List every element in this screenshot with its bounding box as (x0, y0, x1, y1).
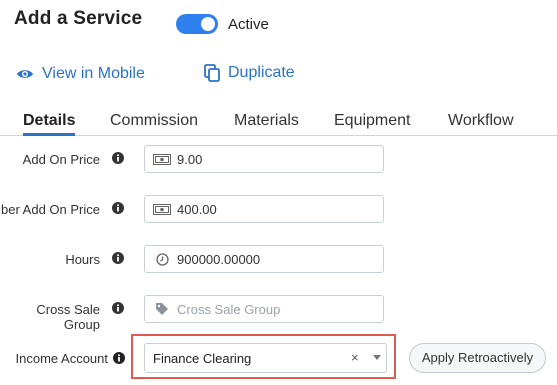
eye-icon (17, 70, 33, 78)
apply-retroactively-button[interactable]: Apply Retroactively (409, 343, 546, 373)
income-account-value: Finance Clearing (153, 351, 252, 366)
tag-icon (153, 302, 171, 316)
view-in-mobile-link[interactable]: View in Mobile (16, 65, 145, 83)
tab-details[interactable]: Details (23, 112, 75, 130)
chevron-down-icon[interactable] (373, 355, 381, 360)
clear-icon[interactable]: × (351, 350, 359, 365)
add-on-price-input[interactable]: 9.00 (144, 145, 384, 173)
info-icon[interactable] (112, 152, 124, 164)
income-account-select[interactable]: Finance Clearing × (144, 343, 387, 373)
active-tab-indicator (23, 133, 75, 136)
member-add-on-price-value: 400.00 (177, 201, 217, 217)
tabs-divider (0, 135, 557, 136)
duplicate-label: Duplicate (228, 64, 295, 81)
cross-sale-group-placeholder: Cross Sale Group (177, 301, 281, 317)
hours-input[interactable]: 900000.00000 (144, 245, 384, 273)
tab-materials[interactable]: Materials (234, 112, 299, 130)
active-toggle-label: Active (228, 16, 269, 33)
copy-icon (204, 64, 220, 82)
duplicate-link[interactable]: Duplicate (204, 64, 295, 82)
toggle-knob (201, 17, 215, 31)
cross-sale-group-input[interactable]: Cross Sale Group (144, 295, 384, 323)
hours-label: Hours (65, 252, 100, 267)
info-icon[interactable] (112, 252, 124, 264)
member-add-on-price-label: ber Add On Price (1, 202, 100, 217)
page-title: Add a Service (14, 8, 143, 29)
add-on-price-label: Add On Price (22, 152, 100, 167)
add-on-price-value: 9.00 (177, 151, 203, 167)
tab-commission[interactable]: Commission (110, 112, 198, 130)
member-add-on-price-input[interactable]: 400.00 (144, 195, 384, 223)
cross-sale-group-label: Cross Sale Group (36, 302, 100, 332)
money-icon (153, 152, 171, 166)
active-toggle[interactable] (176, 14, 218, 34)
tab-workflow[interactable]: Workflow (448, 112, 514, 130)
clock-icon (153, 252, 171, 266)
view-in-mobile-label: View in Mobile (42, 65, 145, 82)
info-icon[interactable] (112, 202, 124, 214)
tab-equipment[interactable]: Equipment (334, 112, 411, 130)
info-icon[interactable] (112, 302, 124, 314)
hours-value: 900000.00000 (177, 251, 261, 267)
info-icon[interactable] (113, 352, 125, 364)
income-account-label: Income Account (15, 351, 109, 366)
money-icon (153, 202, 171, 216)
